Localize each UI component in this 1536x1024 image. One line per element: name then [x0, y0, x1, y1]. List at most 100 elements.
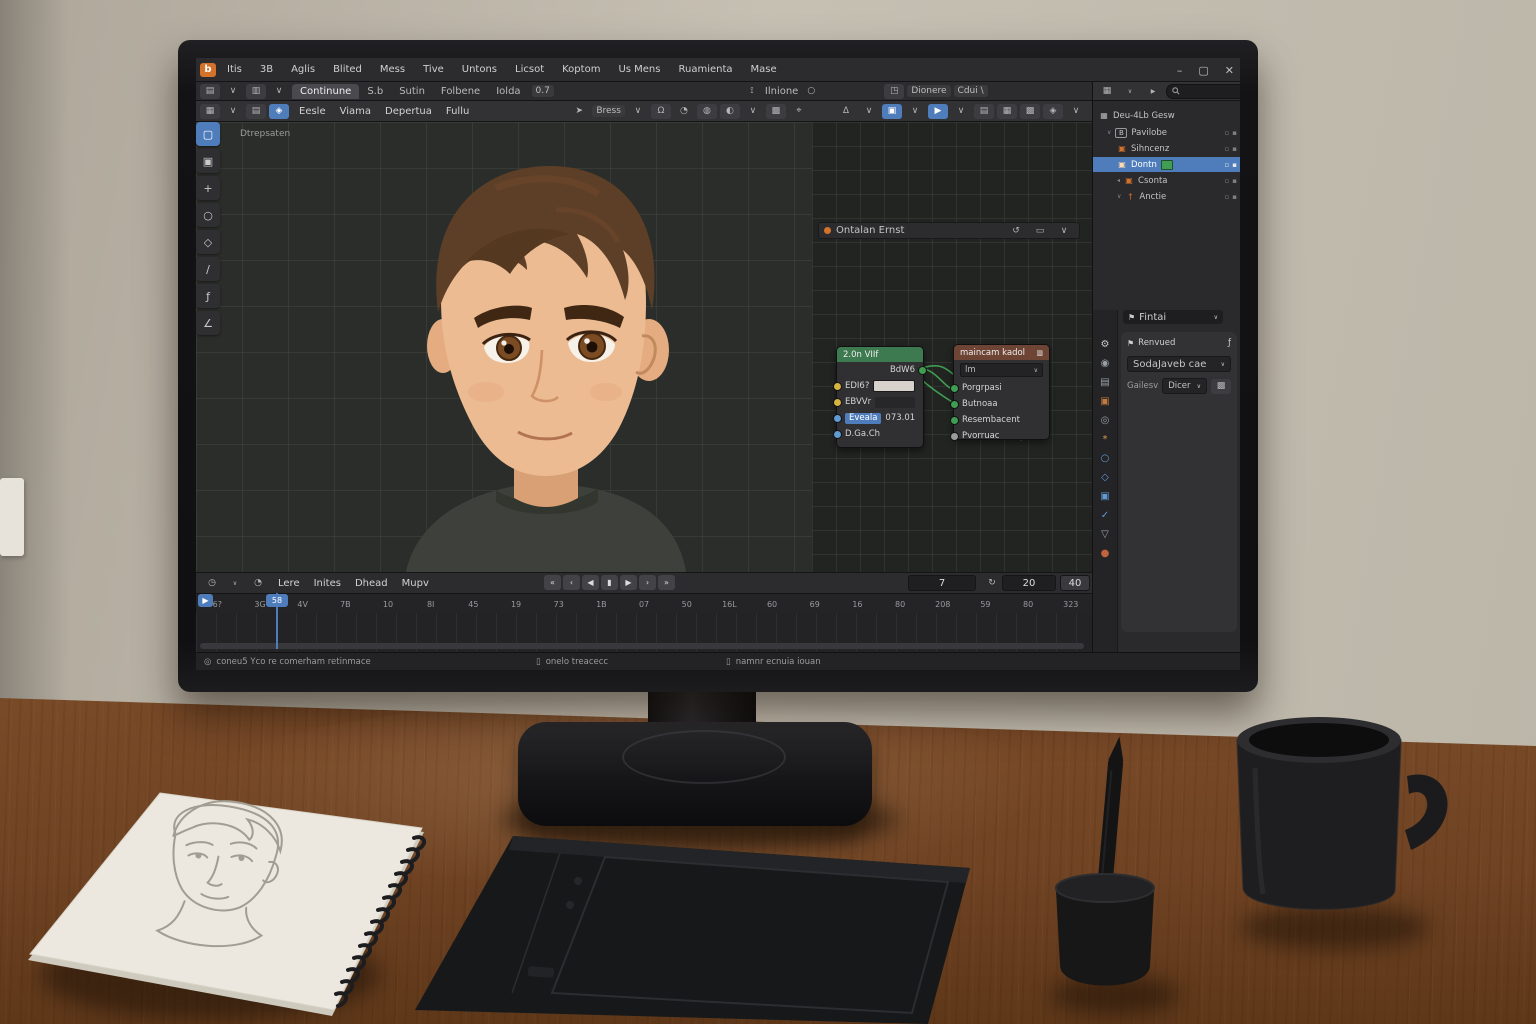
playback-button[interactable]: «	[544, 575, 561, 590]
properties-tab-icon[interactable]: ⚙	[1101, 340, 1110, 350]
menu-item[interactable]: Aglis	[282, 61, 324, 78]
color-socket[interactable]	[833, 382, 842, 391]
expander-icon[interactable]: ∨	[1107, 129, 1111, 136]
3d-viewport[interactable]: Dtrepsaten ▢▣+○◇∕ƒ∠	[196, 122, 813, 572]
properties-tab-icon[interactable]: ◇	[1101, 473, 1109, 483]
shading-icon[interactable]: ◐	[720, 104, 740, 119]
menu-item[interactable]: Licsot	[506, 61, 553, 78]
tool-button[interactable]: ∠	[196, 311, 220, 335]
expand-icon[interactable]: ▶	[1143, 84, 1163, 99]
overlay-icon[interactable]: ◍	[697, 104, 717, 119]
snap-icon[interactable]: ▤	[974, 104, 994, 119]
selected-field[interactable]: Eveala	[845, 413, 881, 424]
editor-type-selector-icon[interactable]: ▦	[200, 104, 220, 119]
tablet-button[interactable]	[566, 901, 574, 909]
output-node-title[interactable]: maincam kadol ▥	[954, 345, 1049, 360]
output-socket[interactable]	[918, 366, 927, 375]
hide-viewport-icon[interactable]: ▫	[1225, 161, 1230, 169]
chevron-down-icon[interactable]: ∨	[223, 84, 243, 99]
chevron-down-icon[interactable]: ∨	[951, 104, 971, 119]
app-logo-icon[interactable]: b	[200, 63, 216, 77]
grid-icon[interactable]: ▤	[246, 104, 266, 119]
chevron-down-icon[interactable]: ∨	[225, 576, 245, 591]
hide-render-icon[interactable]: ▪	[1232, 193, 1237, 201]
pose-icon[interactable]: ⟟	[742, 84, 762, 99]
value-field[interactable]	[875, 397, 915, 408]
properties-tab-icon[interactable]: ●	[1101, 549, 1110, 559]
shader-node-editor[interactable]: Ontalan Ernst ↺ ▭ ∨ 2.0n VIIf BdW6 EDI6?	[812, 122, 1093, 572]
hide-viewport-icon[interactable]: ▫	[1225, 177, 1230, 185]
expander-icon[interactable]: ∨	[1117, 193, 1121, 200]
trash-icon[interactable]: ▥	[1036, 349, 1043, 357]
tool-button[interactable]: ▣	[196, 149, 220, 173]
playhead-chip[interactable]: 58	[266, 594, 288, 607]
material-preview-icon[interactable]: ◈	[1043, 104, 1063, 119]
playback-button[interactable]: ▶	[620, 575, 637, 590]
outliner-row-selected[interactable]: ▣ Dontn ▫▪	[1093, 157, 1240, 172]
close-button[interactable]: ✕	[1225, 64, 1234, 77]
target-dropdown[interactable]: lm ∨	[960, 363, 1043, 377]
menu-item[interactable]: Tive	[414, 61, 453, 78]
menu-item[interactable]: Blited	[324, 61, 371, 78]
chevron-down-icon[interactable]: ∨	[905, 104, 925, 119]
character-3d-model[interactable]	[346, 150, 726, 572]
properties-breadcrumb[interactable]: ⚑ Fintai ∨	[1123, 310, 1223, 324]
clock-icon[interactable]: ◷	[202, 576, 222, 591]
orientation-dropdown[interactable]: Bress	[592, 105, 625, 117]
gizmo-icon[interactable]: ⌖	[789, 104, 809, 119]
tool-button[interactable]: ▢	[196, 122, 220, 146]
circle-icon[interactable]: ○	[801, 84, 821, 99]
bsdf-node-title[interactable]: 2.0n VIIf	[837, 347, 923, 362]
chevron-down-icon[interactable]: ∨	[628, 104, 648, 119]
properties-tab-icon[interactable]: ▣	[1100, 492, 1109, 502]
tablet-button[interactable]	[528, 966, 555, 978]
outliner-row-mesh1[interactable]: ▣ Sihncenz ▫▪	[1093, 141, 1240, 156]
tool-button[interactable]: +	[196, 176, 220, 200]
outliner-row-mesh2[interactable]: ◂ ▣ Csonta ▫▪	[1093, 173, 1240, 188]
material-output-node[interactable]: maincam kadol ▥ lm ∨ Porgrpasi Butnoaa R…	[953, 344, 1050, 440]
circle-icon[interactable]: ◔	[248, 576, 268, 591]
properties-tab-icon[interactable]: ▤	[1100, 378, 1109, 388]
outliner-row-armature[interactable]: ∨ † Anctie ▫▪	[1093, 189, 1240, 204]
hide-render-icon[interactable]: ▪	[1232, 129, 1237, 137]
render-preview-icon[interactable]: ▩	[766, 104, 786, 119]
chevron-down-icon[interactable]: ∨	[1066, 104, 1086, 119]
slot-icon[interactable]: ▶	[928, 104, 948, 119]
workspace-tab[interactable]: S.b	[359, 84, 391, 99]
menu-item[interactable]: Mase	[742, 61, 786, 78]
workspace-tab[interactable]: Continune	[292, 84, 359, 99]
menu-item[interactable]: Untons	[453, 61, 506, 78]
outliner-search-input[interactable]	[1183, 86, 1240, 97]
field-dropdown[interactable]: Dicer ∨	[1162, 378, 1207, 394]
tool-button[interactable]: ◇	[196, 230, 220, 254]
outliner-row-collection[interactable]: ∨ B Pavilobe ▫▪	[1093, 125, 1240, 140]
tool-button[interactable]: ○	[196, 203, 220, 227]
playback-button[interactable]: ◀	[582, 575, 599, 590]
properties-tab-icon[interactable]: ▣	[1100, 397, 1109, 407]
expander-icon[interactable]: ◂	[1117, 177, 1120, 184]
overlays-icon[interactable]: ▦	[997, 104, 1017, 119]
hide-viewport-icon[interactable]: ▫	[1225, 145, 1230, 153]
properties-tab-icon[interactable]: ✓	[1101, 511, 1109, 521]
properties-tab-icon[interactable]: ◉	[1101, 359, 1110, 369]
scene-icon[interactable]: ◳	[884, 84, 904, 99]
viewport-menu-item[interactable]: Eesle	[292, 104, 333, 119]
tablet-button[interactable]	[574, 877, 582, 885]
maximize-button[interactable]: ▢	[1198, 64, 1208, 77]
editor-type-icon[interactable]: ▤	[200, 84, 220, 99]
mode-icon[interactable]: ◈	[269, 104, 289, 119]
properties-tab-icon[interactable]: ◎	[1101, 416, 1110, 426]
refresh-icon[interactable]: ↻	[982, 576, 1002, 591]
chevron-down-icon[interactable]: ∨	[269, 84, 289, 99]
workspace-tab[interactable]: Iolda	[488, 84, 528, 99]
tool-button[interactable]: ƒ	[196, 284, 220, 308]
hide-render-icon[interactable]: ▪	[1232, 177, 1237, 185]
properties-tab-icon[interactable]: ▽	[1101, 530, 1109, 540]
timeline-menu-item[interactable]: Mupv	[395, 576, 436, 591]
playback-button[interactable]: ›	[639, 575, 656, 590]
timeline-scrollbar[interactable]	[200, 643, 1084, 649]
playback-button[interactable]: ▮	[601, 575, 618, 590]
workspace-tab[interactable]: Folbene	[433, 84, 488, 99]
hide-viewport-icon[interactable]: ▫	[1225, 193, 1230, 201]
nodes-icon[interactable]: ƒ	[1228, 338, 1231, 348]
